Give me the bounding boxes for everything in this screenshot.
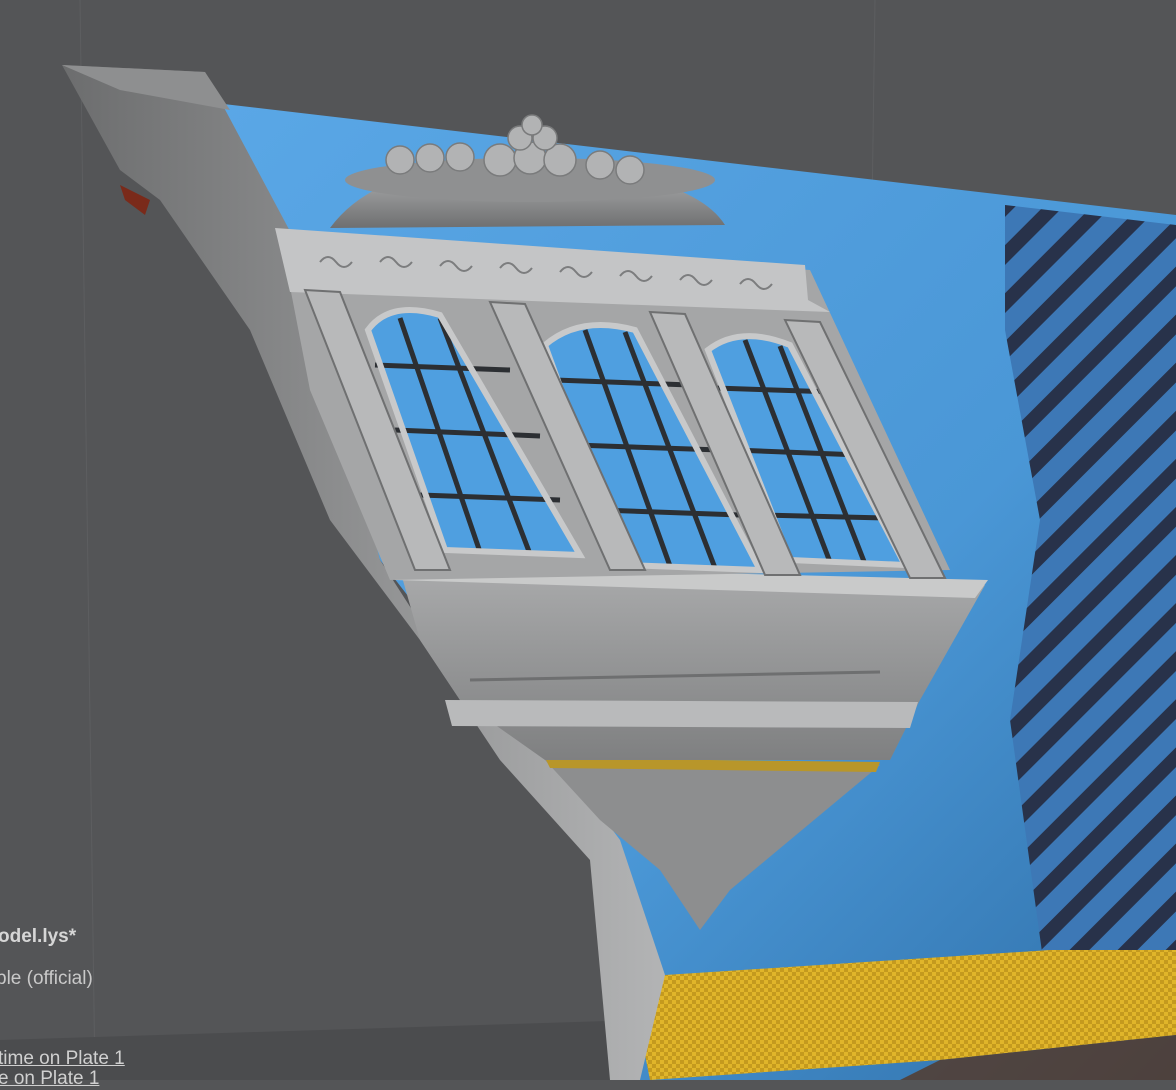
printer-profile: ble (official): [0, 968, 93, 989]
gallery-band: [445, 700, 918, 728]
print-time-link[interactable]: time on Plate 1: [0, 1048, 125, 1070]
project-filename: odel.lys*: [0, 926, 77, 947]
plate-info-link[interactable]: e on Plate 1: [0, 1068, 99, 1090]
hull-wedge-red-edge: [120, 185, 150, 215]
3d-viewport[interactable]: [0, 0, 1176, 1080]
